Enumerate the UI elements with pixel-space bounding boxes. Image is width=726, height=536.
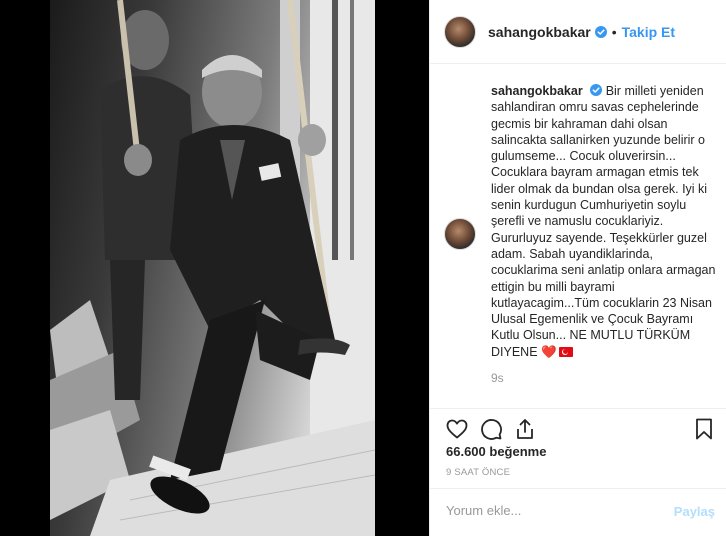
follow-button[interactable]: Takip Et (622, 24, 675, 40)
comments-area: sahangokbakar Bir milleti yeniden sahlan… (430, 64, 726, 409)
heart-icon[interactable] (445, 417, 469, 441)
post-date[interactable]: 9 SAAT ÖNCE (446, 467, 510, 478)
post-comment-button[interactable]: Paylaş (674, 504, 715, 519)
photo-illustration (50, 0, 375, 536)
post-sidebar: sahangokbakar • Takip Et sahangokbakar B… (429, 0, 726, 536)
post-photo[interactable] (50, 0, 375, 536)
comment-input[interactable] (446, 503, 666, 518)
instagram-post: sahangokbakar • Takip Et sahangokbakar B… (0, 0, 726, 536)
share-icon[interactable] (513, 417, 537, 441)
caption-avatar[interactable] (444, 218, 476, 250)
heart-emoji-icon: ❤️ (541, 344, 557, 359)
action-bar (430, 408, 726, 448)
header-username[interactable]: sahangokbakar (488, 24, 591, 40)
caption-text: Bir milleti yeniden sahlandiran omru sav… (491, 84, 716, 359)
post-header: sahangokbakar • Takip Et (430, 0, 726, 64)
caption: sahangokbakar Bir milleti yeniden sahlan… (491, 83, 721, 360)
likes-count[interactable]: 66.600 beğenme (446, 444, 546, 459)
bookmark-icon[interactable] (692, 417, 716, 441)
post-media[interactable] (0, 0, 429, 536)
comment-bar: Paylaş (430, 488, 726, 536)
caption-time-ago[interactable]: 9s (491, 371, 504, 385)
header-separator: • (611, 23, 617, 40)
verified-badge-icon (594, 25, 607, 38)
caption-username[interactable]: sahangokbakar (491, 84, 583, 98)
profile-avatar[interactable] (444, 15, 476, 48)
comment-icon[interactable] (479, 417, 503, 441)
verified-badge-icon (590, 84, 603, 96)
turkey-flag-icon (558, 346, 573, 357)
